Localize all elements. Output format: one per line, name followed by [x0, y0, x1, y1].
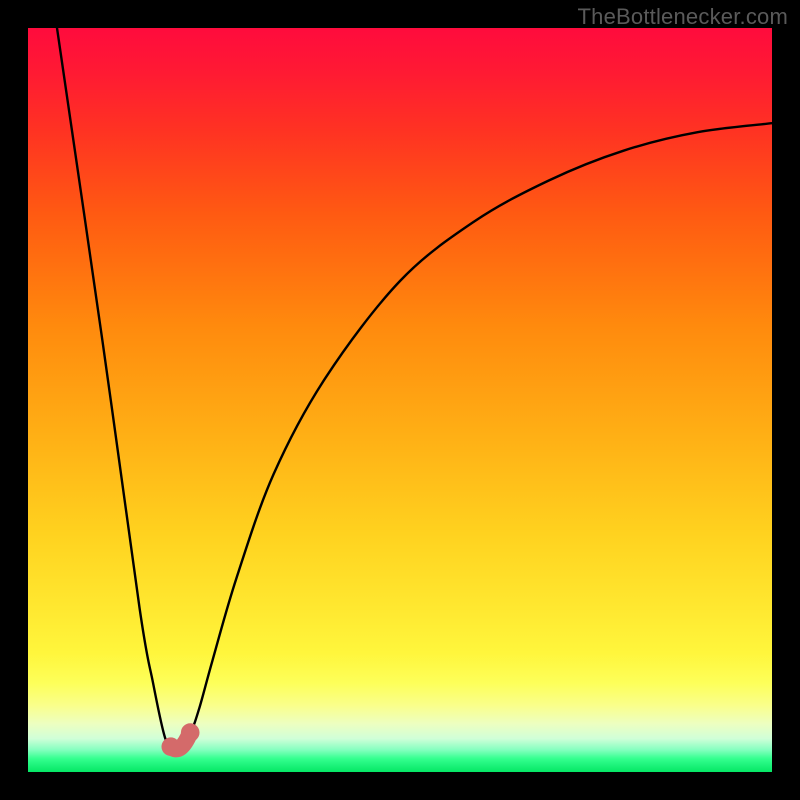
- watermark: TheBottlenecker.com: [578, 4, 788, 30]
- bottleneck-curve: [57, 28, 772, 748]
- notch-right-marker: [181, 723, 200, 742]
- chart-frame: TheBottlenecker.com: [0, 0, 800, 800]
- notch-left-marker: [162, 737, 181, 756]
- plot-area: [28, 28, 772, 772]
- chart-svg: [28, 28, 772, 772]
